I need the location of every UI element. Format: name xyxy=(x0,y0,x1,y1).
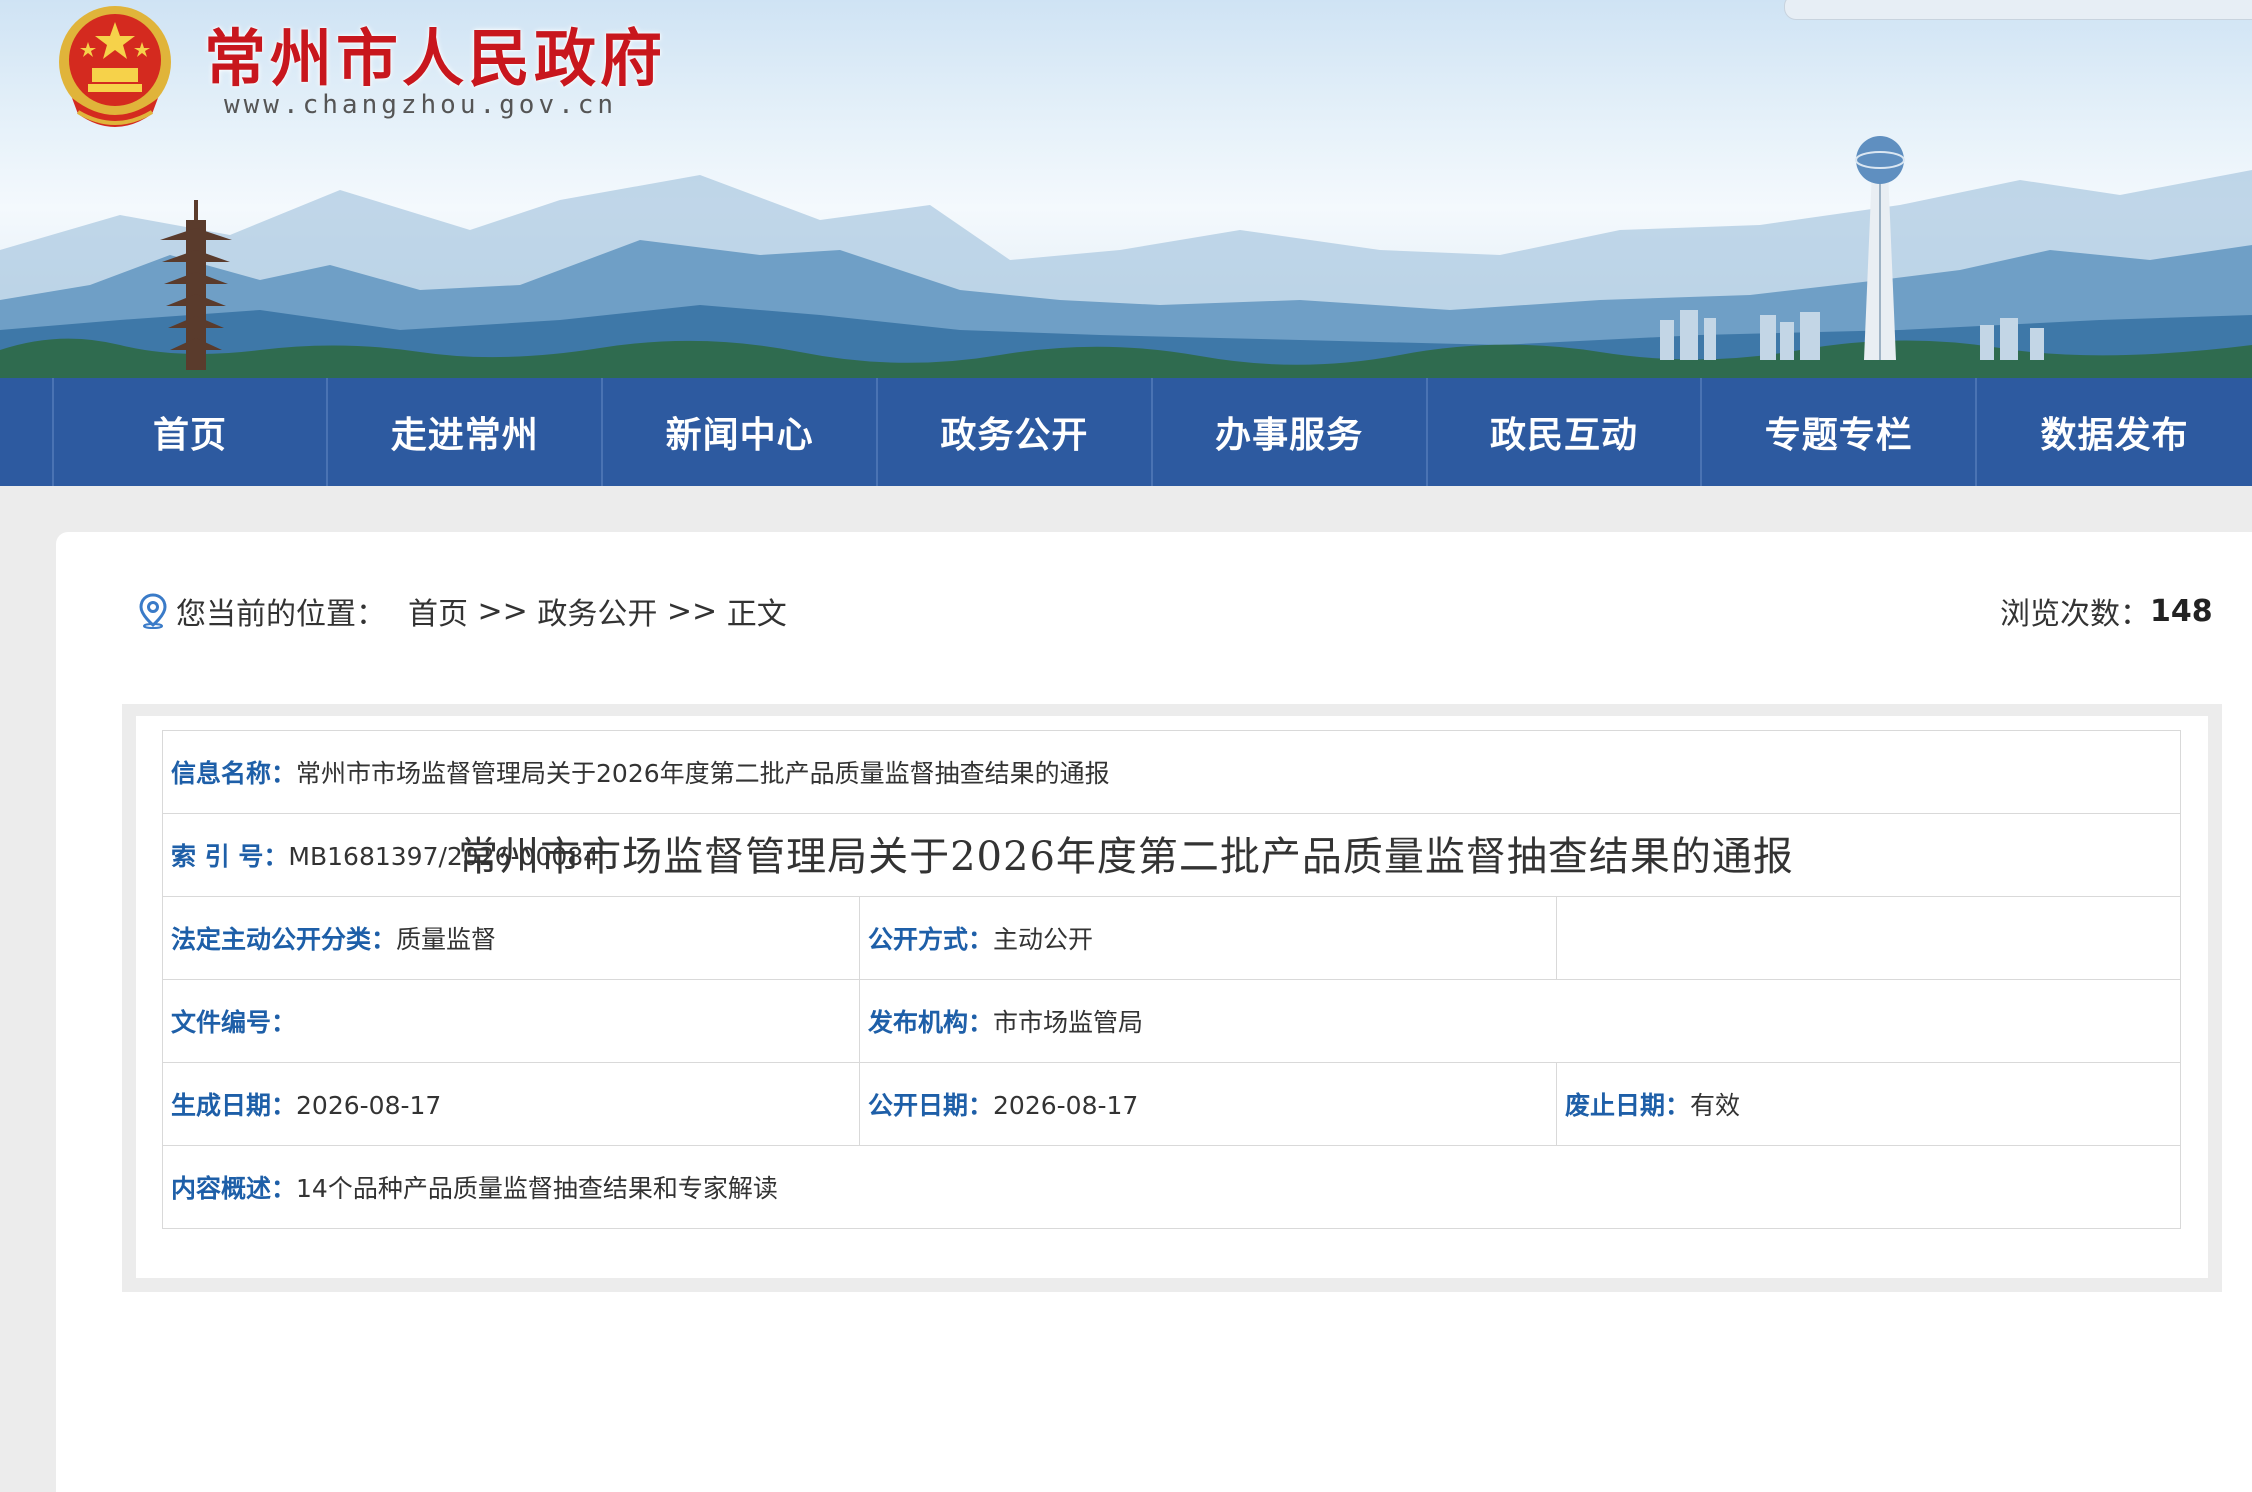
nav-left-edge xyxy=(0,378,54,486)
disclosure-method-label: 公开方式： xyxy=(868,925,994,954)
document-title: 常州市市场监督管理局关于2026年度第二批产品质量监督抽查结果的通报 xyxy=(458,834,1794,880)
empty-cell xyxy=(1555,896,2182,980)
publisher-label: 发布机构： xyxy=(868,1008,994,1037)
view-count-value: 148 xyxy=(2150,593,2213,629)
metadata-table: 信息名称：常州市市场监督管理局关于2026年度第二批产品质量监督抽查结果的通报 … xyxy=(161,730,2182,1229)
nav-item-special-topics[interactable]: 专题专栏 xyxy=(1702,378,1978,486)
info-name-value: 常州市市场监督管理局关于2026年度第二批产品质量监督抽查结果的通报 xyxy=(296,759,1110,788)
breadcrumb-separator: >> xyxy=(657,593,727,629)
created-date-value: 2026-08-17 xyxy=(296,1091,442,1120)
expiry-date-cell: 废止日期：有效 xyxy=(1555,1062,2182,1146)
view-counter: 浏览次数： 148 xyxy=(2000,588,2252,634)
site-title[interactable]: 常州市人民政府 xyxy=(204,8,666,98)
info-name-label: 信息名称： xyxy=(171,759,297,788)
publisher-value: 市市场监管局 xyxy=(993,1008,1144,1037)
disclosure-method-cell: 公开方式：主动公开 xyxy=(859,896,1557,980)
table-row: 文件编号： 发布机构：市市场监管局 xyxy=(162,979,2182,1063)
breadcrumb-current: 正文 xyxy=(726,597,787,632)
disclosure-method-value: 主动公开 xyxy=(993,925,1094,954)
category-label: 法定主动公开分类： xyxy=(171,925,397,954)
category-value: 质量监督 xyxy=(396,925,497,954)
header-banner: 常州市人民政府 www.changzhou.gov.cn xyxy=(0,0,2252,378)
created-date-label: 生成日期： xyxy=(171,1091,297,1120)
table-row: 生成日期：2026-08-17 公开日期：2026-08-17 废止日期：有效 xyxy=(162,1062,2182,1146)
table-row: 法定主动公开分类：质量监督 公开方式：主动公开 xyxy=(162,896,2182,980)
published-date-value: 2026-08-17 xyxy=(993,1091,1139,1120)
document-number-cell: 文件编号： xyxy=(162,979,860,1063)
publisher-cell: 发布机构：市市场监管局 xyxy=(858,979,2182,1063)
nav-item-data-release[interactable]: 数据发布 xyxy=(1977,378,2252,486)
expiry-date-label: 废止日期： xyxy=(1565,1091,1691,1120)
breadcrumb-prefix: 您当前的位置： xyxy=(176,597,386,632)
view-count-label: 浏览次数： xyxy=(2000,597,2150,632)
info-panel: 信息名称：常州市市场监督管理局关于2026年度第二批产品质量监督抽查结果的通报 … xyxy=(136,716,2208,1278)
nav-item-government-affairs[interactable]: 政务公开 xyxy=(878,378,1153,486)
nav-item-interaction[interactable]: 政民互动 xyxy=(1428,378,1703,486)
created-date-cell: 生成日期：2026-08-17 xyxy=(162,1062,860,1146)
location-pin-icon xyxy=(139,593,167,629)
info-panel-frame: 信息名称：常州市市场监督管理局关于2026年度第二批产品质量监督抽查结果的通报 … xyxy=(122,704,2222,1292)
breadcrumb-home-link[interactable]: 首页 xyxy=(408,589,468,633)
content-card: 您当前的位置： 首页 >> 政务公开 >> 正文 浏览次数： 148 信息名称：… xyxy=(56,532,2252,1492)
site-url[interactable]: www.changzhou.gov.cn xyxy=(224,90,617,120)
summary-value: 14个品种产品质量监督抽查结果和专家解读 xyxy=(296,1174,778,1203)
main-nav: 首页 走进常州 新闻中心 政务公开 办事服务 政民互动 专题专栏 数据发布 xyxy=(0,378,2252,486)
nav-item-home[interactable]: 首页 xyxy=(54,378,329,486)
expiry-date-value: 有效 xyxy=(1690,1091,1741,1120)
top-utility-bar xyxy=(1784,0,2252,20)
document-number-label: 文件编号： xyxy=(171,1008,297,1037)
published-date-cell: 公开日期：2026-08-17 xyxy=(859,1062,1557,1146)
nav-item-services[interactable]: 办事服务 xyxy=(1153,378,1428,486)
breadcrumb-separator: >> xyxy=(468,593,538,629)
table-row: 信息名称：常州市市场监督管理局关于2026年度第二批产品质量监督抽查结果的通报 xyxy=(161,730,2182,814)
table-row: 内容概述：14个品种产品质量监督抽查结果和专家解读 xyxy=(161,1145,2182,1229)
info-name-cell: 信息名称：常州市市场监督管理局关于2026年度第二批产品质量监督抽查结果的通报 xyxy=(161,730,2182,814)
breadcrumb: 您当前的位置： 首页 >> 政务公开 >> 正文 xyxy=(138,588,787,634)
summary-label: 内容概述： xyxy=(171,1174,297,1203)
nav-item-about-changzhou[interactable]: 走进常州 xyxy=(328,378,604,486)
national-emblem-logo xyxy=(59,6,171,127)
published-date-label: 公开日期： xyxy=(868,1091,994,1120)
summary-cell: 内容概述：14个品种产品质量监督抽查结果和专家解读 xyxy=(161,1145,2182,1229)
breadcrumb-section-link[interactable]: 政务公开 xyxy=(537,589,657,633)
category-cell: 法定主动公开分类：质量监督 xyxy=(162,896,860,980)
nav-item-news-center[interactable]: 新闻中心 xyxy=(603,378,878,486)
